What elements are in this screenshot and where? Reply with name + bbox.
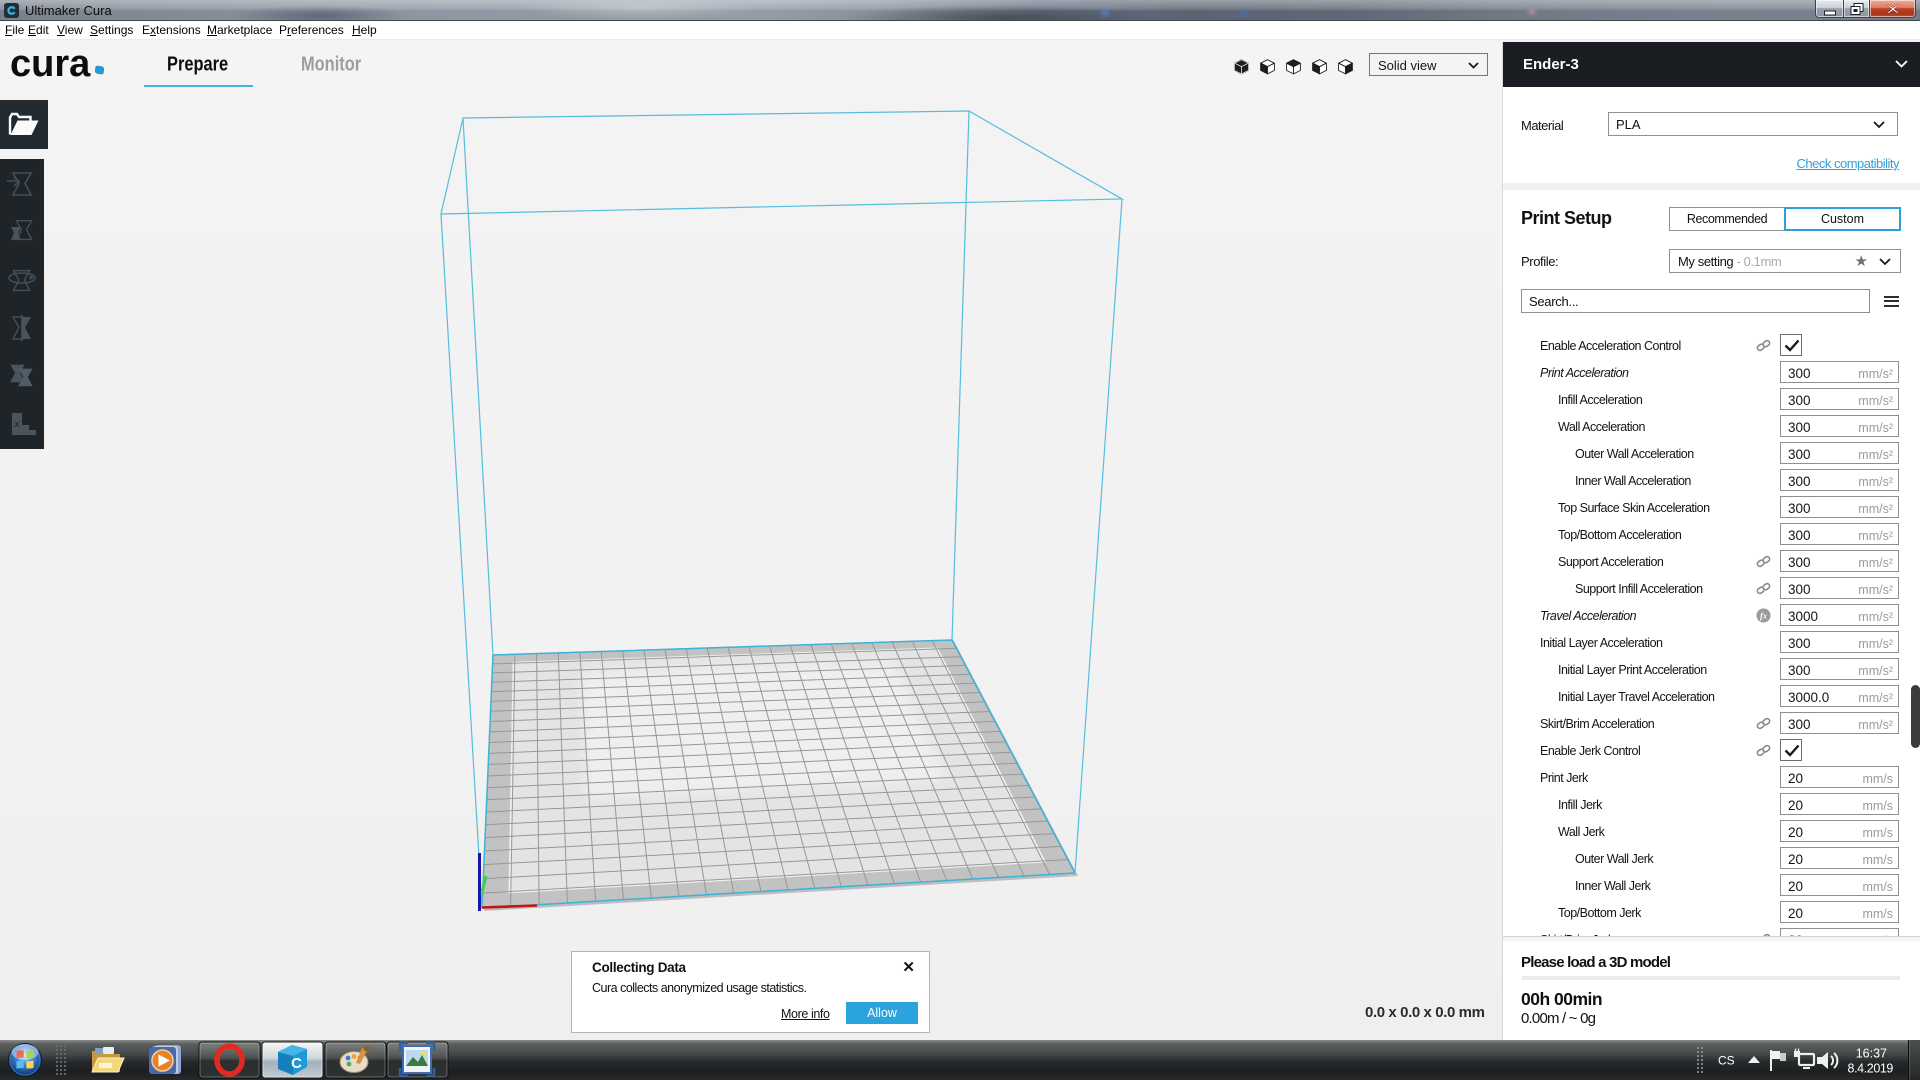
svg-text:CS: CS bbox=[1718, 1054, 1735, 1068]
svg-text:8.4.2019: 8.4.2019 bbox=[1848, 1062, 1894, 1076]
svg-text:fx: fx bbox=[1760, 611, 1768, 621]
svg-text:C: C bbox=[291, 1055, 302, 1072]
svg-text:x: x bbox=[15, 419, 20, 430]
svg-text:16:37: 16:37 bbox=[1856, 1047, 1887, 1061]
